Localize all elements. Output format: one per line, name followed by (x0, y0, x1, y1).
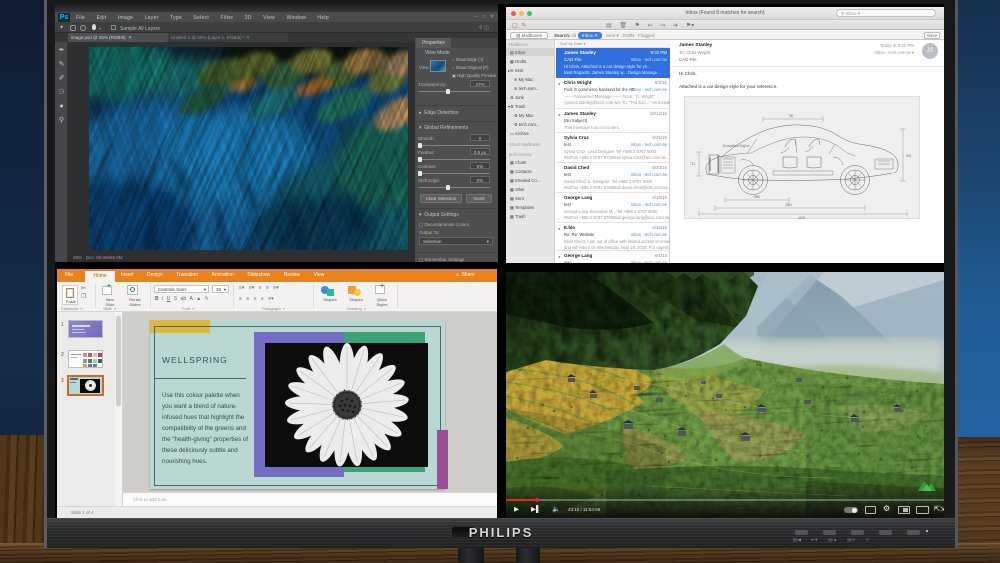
svg-text:Ecosystem Engine: Ecosystem Engine (723, 144, 750, 148)
svg-text:712: 712 (690, 162, 696, 166)
svg-text:4459: 4459 (798, 216, 805, 220)
svg-text:932: 932 (906, 154, 912, 158)
svg-text:2864: 2864 (785, 203, 792, 207)
svg-text:1560: 1560 (753, 195, 760, 199)
svg-text:780: 780 (788, 114, 794, 118)
